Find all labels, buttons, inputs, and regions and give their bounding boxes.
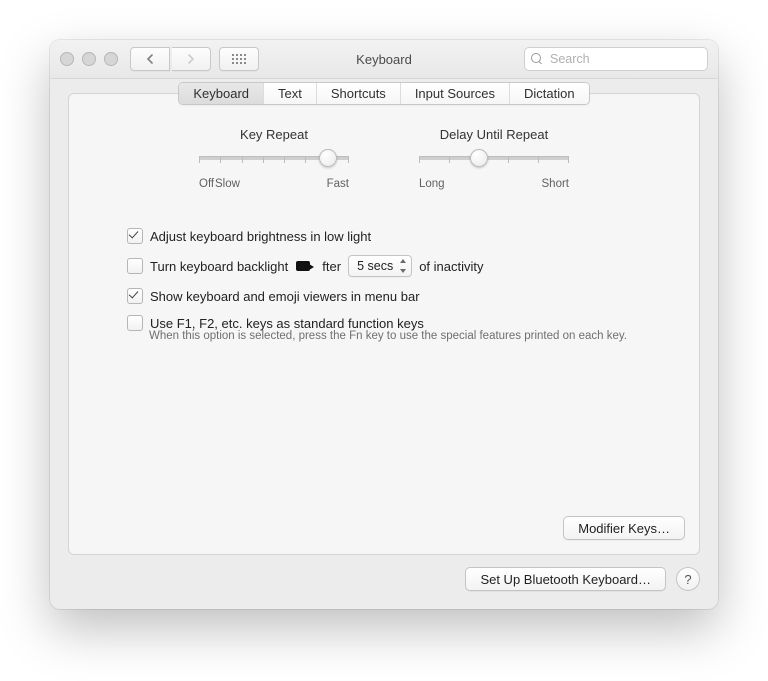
label-emoji: Show keyboard and emoji viewers in menu … <box>150 289 420 304</box>
forward-button[interactable] <box>172 47 211 71</box>
checkbox-backlight[interactable] <box>127 258 143 274</box>
tab-shortcuts[interactable]: Shortcuts <box>317 83 401 104</box>
preferences-window: Keyboard Keyboard Text Shortcuts Input S… <box>50 40 718 609</box>
opt-brightness: Adjust keyboard brightness in low light <box>127 228 653 244</box>
bluetooth-keyboard-button[interactable]: Set Up Bluetooth Keyboard… <box>465 567 666 591</box>
label-backlight-pre: Turn keyboard backlight <box>150 259 288 274</box>
tab-keyboard[interactable]: Keyboard <box>179 83 264 104</box>
key-repeat-label: Key Repeat <box>199 127 349 142</box>
nav-buttons <box>130 47 211 71</box>
key-repeat-slider[interactable] <box>199 156 349 170</box>
cursor-icon <box>296 260 314 273</box>
settings-pane: Keyboard Text Shortcuts Input Sources Di… <box>68 93 700 555</box>
back-button[interactable] <box>130 47 170 71</box>
label-fn: Use F1, F2, etc. keys as standard functi… <box>150 316 424 331</box>
sliders-row: Key Repeat Off Slow Fast <box>69 127 699 190</box>
checkbox-fn[interactable] <box>127 315 143 331</box>
titlebar: Keyboard <box>50 40 718 79</box>
content: Keyboard Text Shortcuts Input Sources Di… <box>50 79 718 609</box>
label-backlight-post: of inactivity <box>419 259 483 274</box>
close-icon[interactable] <box>60 52 74 66</box>
label-long: Long <box>419 178 445 190</box>
tab-bar: Keyboard Text Shortcuts Input Sources Di… <box>69 82 699 105</box>
label-fast: Fast <box>327 178 349 190</box>
hint-fn: When this option is selected, press the … <box>149 330 653 342</box>
opt-emoji: Show keyboard and emoji viewers in menu … <box>127 288 653 304</box>
backlight-timeout-select[interactable]: 5 secs <box>348 255 412 277</box>
traffic-lights <box>60 52 118 66</box>
opt-backlight: Turn keyboard backlight fter 5 secs of i… <box>127 255 653 277</box>
key-repeat-endlabels: Off Slow Fast <box>199 178 349 190</box>
zoom-icon[interactable] <box>104 52 118 66</box>
label-slow: Slow <box>215 178 240 190</box>
chevron-left-icon <box>146 54 154 64</box>
help-button[interactable]: ? <box>676 567 700 591</box>
opt-fn: Use F1, F2, etc. keys as standard functi… <box>127 315 653 331</box>
tab-input-sources[interactable]: Input Sources <box>401 83 510 104</box>
minimize-icon[interactable] <box>82 52 96 66</box>
tab-text[interactable]: Text <box>264 83 317 104</box>
search-icon <box>531 53 543 65</box>
checkbox-brightness[interactable] <box>127 228 143 244</box>
checkbox-emoji[interactable] <box>127 288 143 304</box>
search-input[interactable] <box>548 51 701 67</box>
delay-block: Delay Until Repeat Long Short <box>419 127 569 190</box>
modifier-keys-button[interactable]: Modifier Keys… <box>563 516 685 540</box>
label-short: Short <box>542 178 570 190</box>
label-off: Off <box>199 178 214 190</box>
options-list: Adjust keyboard brightness in low light … <box>69 228 699 342</box>
delay-label: Delay Until Repeat <box>419 127 569 142</box>
show-all-button[interactable] <box>219 47 259 71</box>
chevron-right-icon <box>187 54 195 64</box>
grid-icon <box>232 54 246 64</box>
search-field[interactable] <box>524 47 708 71</box>
label-brightness: Adjust keyboard brightness in low light <box>150 229 371 244</box>
tab-dictation[interactable]: Dictation <box>510 83 589 104</box>
delay-slider[interactable] <box>419 156 569 170</box>
footer: Set Up Bluetooth Keyboard… ? <box>68 567 700 591</box>
delay-endlabels: Long Short <box>419 178 569 190</box>
key-repeat-block: Key Repeat Off Slow Fast <box>199 127 349 190</box>
label-backlight-after: fter <box>322 259 341 274</box>
